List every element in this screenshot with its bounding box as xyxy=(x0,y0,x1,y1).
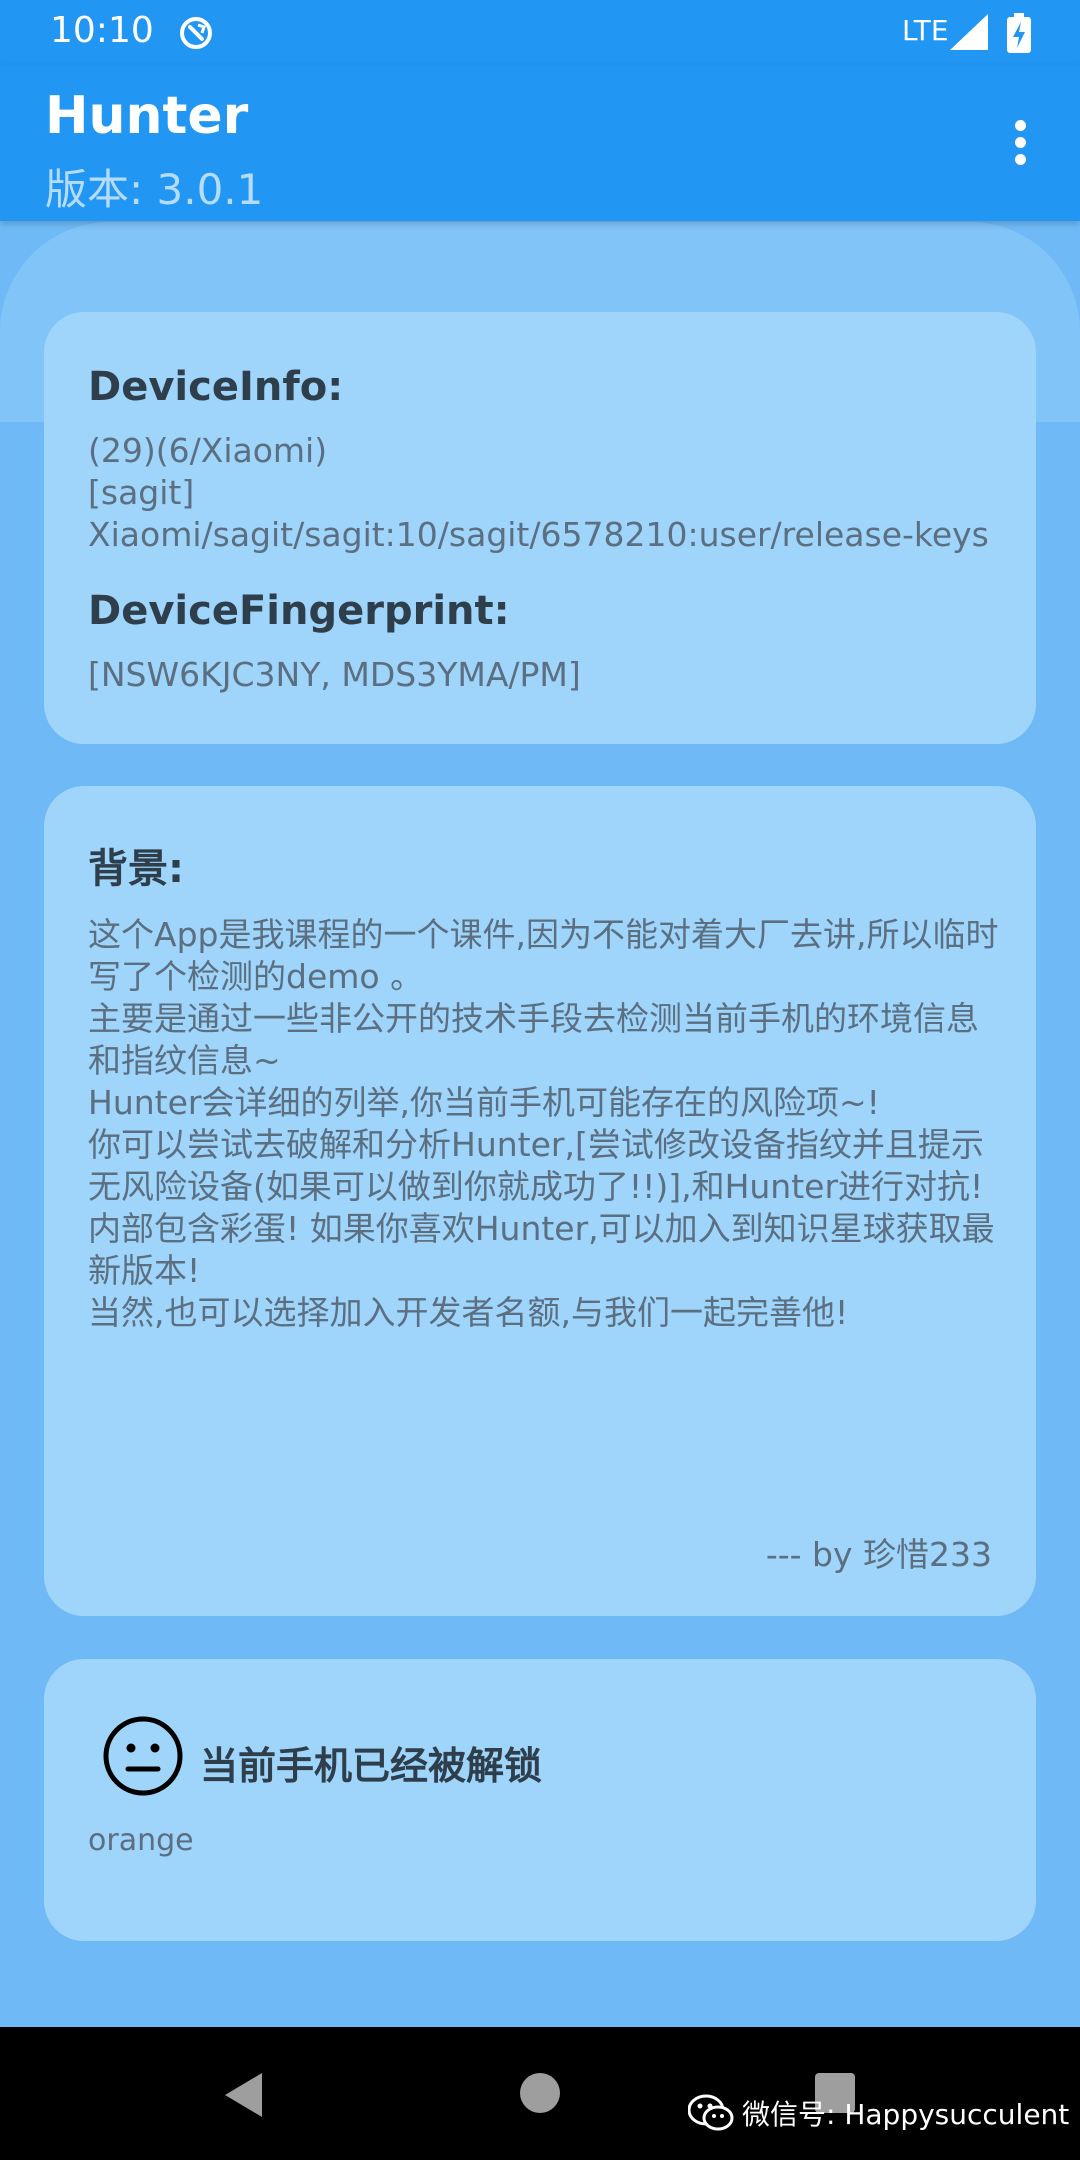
status-bar: 10:10 LTE xyxy=(0,0,1080,66)
device-info-line: Xiaomi/sagit/sagit:10/sagit/6578210:user… xyxy=(88,515,989,554)
navigation-bar: 微信号: Happysucculent xyxy=(0,2027,1080,2160)
device-info-card: DeviceInfo: (29)(6/Xiaomi) [sagit] Xiaom… xyxy=(44,312,1036,744)
device-info-heading: DeviceInfo: xyxy=(88,364,344,410)
background-heading: 背景: xyxy=(88,846,184,892)
watermark: 微信号: Happysucculent xyxy=(688,2093,1069,2133)
wechat-icon xyxy=(688,2094,734,2131)
status-detail: orange xyxy=(88,1823,194,1858)
fingerprint-heading: DeviceFingerprint: xyxy=(88,588,510,634)
main-content: DeviceInfo: (29)(6/Xiaomi) [sagit] Xiaom… xyxy=(0,222,1080,2027)
background-card: 背景: 这个App是我课程的一个课件,因为不能对着大厂去讲,所以临时写了个检测的… xyxy=(44,786,1036,1616)
status-card: 当前手机已经被解锁 orange xyxy=(44,1659,1036,1941)
device-info-line: (29)(6/Xiaomi) xyxy=(88,431,328,470)
network-type: LTE xyxy=(902,14,949,47)
background-paragraph: 这个App是我课程的一个课件,因为不能对着大厂去讲,所以临时写了个检测的demo… xyxy=(88,915,999,996)
battery-charging-icon xyxy=(1007,13,1031,53)
app-bar: Hunter 版本: 3.0.1 xyxy=(0,66,1080,221)
background-paragraph: 你可以尝试去破解和分析Hunter,[尝试修改设备指纹并且提示无风险设备(如果可… xyxy=(88,1125,984,1206)
fingerprint-value: [NSW6KJC3NY, MDS3YMA/PM] xyxy=(88,655,581,694)
signature: --- by 珍惜233 xyxy=(765,1535,992,1574)
background-paragraph: 内部包含彩蛋! 如果你喜欢Hunter,可以加入到知识星球获取最新版本! xyxy=(88,1209,995,1290)
background-paragraph: 主要是通过一些非公开的技术手段去检测当前手机的环境信息和指纹信息~ xyxy=(88,999,979,1080)
back-icon[interactable] xyxy=(222,2071,266,2119)
sync-icon xyxy=(180,17,212,49)
home-icon[interactable] xyxy=(520,2073,560,2113)
device-info-lines: (29)(6/Xiaomi) [sagit] Xiaomi/sagit/sagi… xyxy=(88,430,1018,556)
app-title: Hunter xyxy=(45,86,249,146)
more-vert-icon[interactable] xyxy=(1000,116,1040,176)
neutral-face-icon xyxy=(103,1716,183,1796)
watermark-text: 微信号: Happysucculent xyxy=(742,2098,1070,2131)
status-time: 10:10 xyxy=(50,10,154,51)
background-paragraph: 当然,也可以选择加入开发者名额,与我们一起完善他! xyxy=(88,1293,849,1332)
app-version: 版本: 3.0.1 xyxy=(45,165,264,214)
signal-icon xyxy=(950,14,988,50)
status-message: 当前手机已经被解锁 xyxy=(200,1744,543,1788)
background-paragraph: Hunter会详细的列举,你当前手机可能存在的风险项~! xyxy=(88,1083,880,1122)
background-text: 这个App是我课程的一个课件,因为不能对着大厂去讲,所以临时写了个检测的demo… xyxy=(88,914,1008,1334)
device-info-line: [sagit] xyxy=(88,473,195,512)
